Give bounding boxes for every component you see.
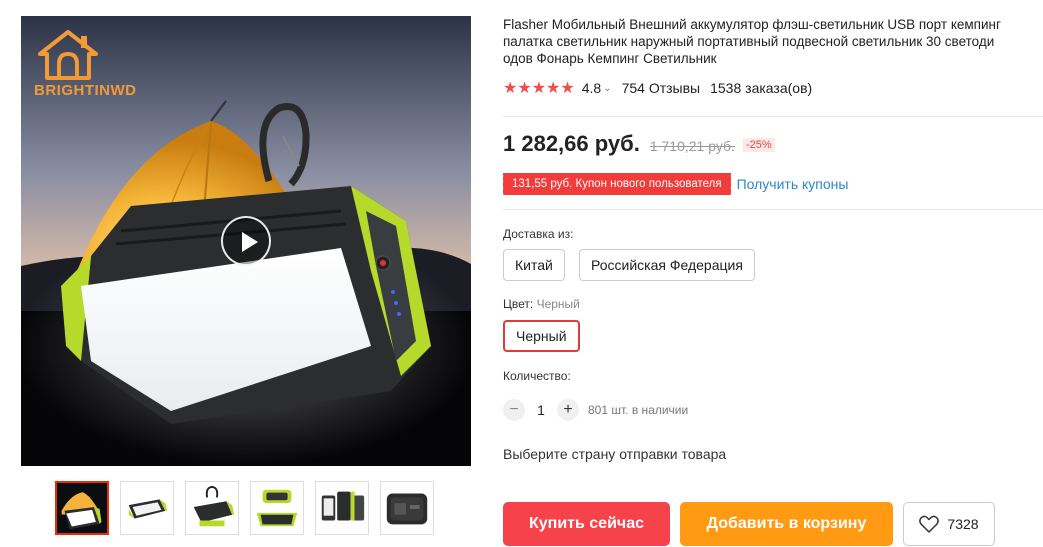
ship-from-china[interactable]: Китай [503,249,565,281]
divider [503,209,1043,210]
main-product-image[interactable]: BRIGHTINWD [21,16,471,466]
old-price: 1 710,21 руб. [649,138,735,154]
quantity-label: Количество: [503,369,571,383]
title-line: палатка светильник наружный портативный … [503,34,995,49]
buy-now-button[interactable]: Купить сейчас [503,502,670,546]
title-line: Flasher Мобильный Внешний аккумулятор фл… [503,17,1001,32]
rating-row: ★★★★★ 4.8 ⌄ 754 Отзывы 1538 заказа(ов) [503,79,1043,97]
divider [503,116,1043,117]
stock-count: 801 шт. в наличии [588,403,689,417]
price-row: 1 282,66 руб. 1 710,21 руб. -25% [503,131,775,157]
thumbnail-image [57,483,107,533]
reviews-link[interactable]: 754 Отзывы [622,80,701,96]
play-video-button[interactable] [221,216,271,266]
color-label: Цвет: Черный [503,297,580,311]
color-option-black[interactable]: Черный [503,320,580,352]
thumbnail-3[interactable] [185,481,239,535]
ship-country-note: Выберите страну отправки товара [503,446,727,462]
thumbnail-image [381,482,433,534]
brand-name: BRIGHTINWD [34,82,137,99]
house-logo-icon [38,30,98,80]
color-label-text: Цвет: [503,297,534,311]
coupon-row: 131,55 руб. Купон нового пользователя По… [503,173,848,195]
thumbnail-image [186,482,238,534]
thumbnail-4[interactable] [250,481,304,535]
thumbnail-image [316,482,368,534]
thumbnail-image [251,482,303,534]
get-coupons-link[interactable]: Получить купоны [737,176,849,192]
product-info: Flasher Мобильный Внешний аккумулятор фл… [503,16,1043,546]
wishlist-count: 7328 [947,516,979,532]
thumbnail-strip [55,481,434,535]
ship-from-label: Доставка из: [503,227,574,241]
discount-badge: -25% [742,138,775,152]
product-page: BRIGHTINWD Flasher Мобильный Внешний акк… [0,0,1043,547]
new-user-coupon[interactable]: 131,55 руб. Купон нового пользователя [503,173,731,195]
color-selected-name: Черный [536,297,580,311]
ship-from-russia[interactable]: Российская Федерация [579,249,755,281]
add-to-cart-button[interactable]: Добавить в корзину [680,502,893,546]
brand-logo [33,28,163,118]
rating-value[interactable]: 4.8 [582,80,601,96]
orders-count: 1538 заказа(ов) [710,80,813,96]
current-price: 1 282,66 руб. [503,131,640,156]
rating-stars-icon: ★★★★★ [503,80,575,97]
heart-icon [919,515,940,533]
thumbnail-1[interactable] [55,481,109,535]
thumbnail-image [121,482,173,534]
thumbnail-5[interactable] [315,481,369,535]
quantity-minus-button[interactable]: − [503,399,525,421]
quantity-plus-button[interactable]: + [557,399,579,421]
product-title: Flasher Мобильный Внешний аккумулятор фл… [503,16,1043,67]
quantity-stepper: − 1 + 801 шт. в наличии [503,399,688,421]
thumbnail-2[interactable] [120,481,174,535]
thumbnail-6[interactable] [380,481,434,535]
title-line: одов Фонарь Кемпинг Светильник [503,51,717,66]
wishlist-button[interactable]: 7328 [903,502,995,546]
quantity-value[interactable]: 1 [525,402,557,418]
chevron-down-icon[interactable]: ⌄ [603,83,611,94]
